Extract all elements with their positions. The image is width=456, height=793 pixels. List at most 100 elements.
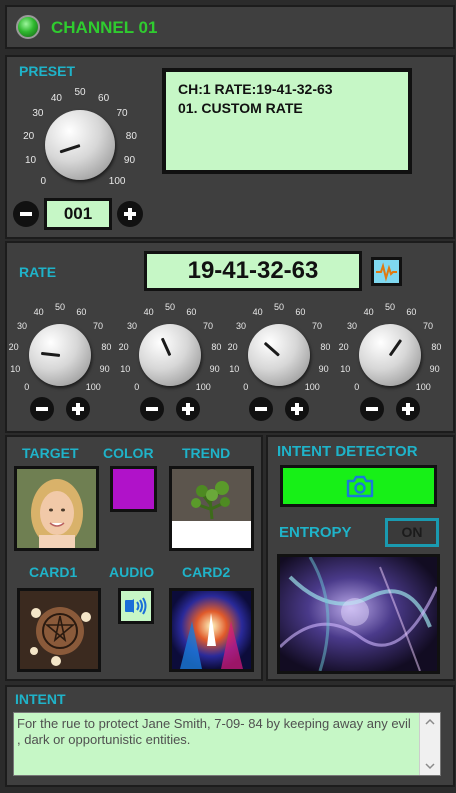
rate-4-minus-button[interactable] — [360, 397, 384, 421]
preset-counter: 001 — [44, 198, 112, 230]
rate-2-scale-50: 50 — [164, 302, 175, 312]
rate-display: 19-41-32-63 — [144, 251, 362, 291]
intent-panel: INTENT For the rue to protect Jane Smith… — [5, 685, 455, 787]
rate-1-scale-50: 50 — [54, 302, 65, 312]
rate-3-minus-button[interactable] — [249, 397, 273, 421]
trend-image[interactable] — [169, 466, 254, 551]
preset-scale-30: 30 — [32, 108, 44, 120]
waveform-icon — [376, 262, 397, 282]
entropy-fractal-image — [280, 557, 437, 671]
rate-3-knob[interactable] — [248, 324, 310, 386]
intent-detector-label: INTENT DETECTOR — [277, 443, 418, 460]
rate-3-plus-button[interactable] — [285, 397, 309, 421]
color-swatch[interactable] — [110, 466, 157, 512]
rate-2-scale-10: 10 — [120, 363, 131, 374]
rate-4-scale-100: 100 — [415, 382, 431, 393]
intent-text: For the rue to protect Jane Smith, 7-09-… — [17, 716, 411, 747]
target-photo[interactable] — [14, 466, 99, 551]
preset-knob-indicator — [59, 143, 81, 153]
intent-detector-panel: INTENT DETECTOR ENTROPY ON — [266, 435, 455, 681]
rate-2-minus-button[interactable] — [140, 397, 164, 421]
intent-scrollbar[interactable] — [419, 713, 440, 775]
scroll-down-icon[interactable] — [420, 759, 440, 773]
rate-2-scale-60: 60 — [186, 307, 197, 318]
rate-2-knob-indicator — [160, 337, 172, 356]
rate-1-minus-button[interactable] — [30, 397, 54, 421]
intent-detector-button[interactable] — [280, 465, 437, 507]
rate-4-scale-30: 30 — [346, 321, 357, 332]
scroll-up-icon[interactable] — [420, 715, 440, 729]
preset-scale-50: 50 — [74, 87, 86, 98]
intent-label: INTENT — [15, 691, 66, 707]
preset-minus-button[interactable] — [13, 201, 39, 227]
entropy-image — [277, 554, 440, 674]
preset-label: PRESET — [19, 63, 76, 79]
entropy-label: ENTROPY — [279, 524, 352, 541]
preset-scale-70: 70 — [116, 108, 128, 120]
rate-1-scale-60: 60 — [76, 307, 87, 318]
card2-card-image — [172, 591, 251, 669]
preset-scale-100: 100 — [108, 175, 126, 187]
preset-panel: PRESET 0 10 20 30 40 50 60 70 80 90 100 CH:1 RATE:… — [5, 55, 455, 239]
waveform-button[interactable] — [371, 257, 402, 286]
card1-image[interactable] — [17, 588, 101, 672]
preset-scale-0: 0 — [40, 175, 46, 187]
rate-3-knob-indicator — [264, 341, 280, 357]
rate-3-scale-0: 0 — [243, 382, 249, 393]
card2-image[interactable] — [169, 588, 254, 672]
preset-display-line1: CH:1 RATE:19-41-32-63 — [178, 81, 333, 97]
card2-label: CARD2 — [182, 564, 231, 580]
entropy-toggle-button[interactable]: ON — [385, 518, 439, 547]
rate-4-scale-80: 80 — [431, 341, 442, 352]
audio-button[interactable] — [118, 588, 154, 624]
rate-4-scale-20: 20 — [338, 341, 349, 352]
rate-2-scale-70: 70 — [203, 321, 214, 332]
audio-label: AUDIO — [109, 564, 155, 580]
rate-2-knob[interactable] — [139, 324, 201, 386]
intent-textarea[interactable]: For the rue to protect Jane Smith, 7-09-… — [13, 712, 441, 776]
rate-1-knob[interactable] — [29, 324, 91, 386]
rate-1-scale-100: 100 — [85, 382, 101, 393]
rate-3-scale-40: 40 — [252, 307, 263, 318]
rate-4-scale-90: 90 — [429, 363, 440, 374]
rate-4-scale-40: 40 — [363, 307, 374, 318]
trend-plant-image — [172, 469, 251, 548]
rate-panel: RATE 19-41-32-63 0 10 20 30 40 50 60 70 80 90 100 0… — [5, 241, 455, 433]
rate-4-scale-60: 60 — [406, 307, 417, 318]
rate-3-scale-30: 30 — [235, 321, 246, 332]
preset-scale-90: 90 — [123, 155, 136, 167]
channel-title: CHANNEL 01 — [51, 18, 158, 37]
rate-1-scale-30: 30 — [16, 321, 27, 332]
rate-4-knob-indicator — [388, 338, 402, 356]
rate-2-scale-30: 30 — [126, 321, 137, 332]
rate-3-scale-50: 50 — [273, 302, 284, 312]
rate-1-knob-indicator — [41, 351, 61, 357]
rate-3-scale-100: 100 — [304, 382, 320, 393]
preset-scale-40: 40 — [50, 92, 62, 104]
rate-4-plus-button[interactable] — [396, 397, 420, 421]
rate-1-scale-90: 90 — [99, 363, 110, 374]
preset-knob[interactable] — [45, 110, 115, 180]
rate-1-scale-0: 0 — [24, 382, 30, 393]
rate-2-scale-90: 90 — [209, 363, 220, 374]
rate-2-scale-80: 80 — [211, 341, 222, 352]
rate-4-knob[interactable] — [359, 324, 421, 386]
rate-2-scale-0: 0 — [134, 382, 140, 393]
color-label: COLOR — [103, 445, 154, 461]
preset-scale-80: 80 — [125, 130, 137, 142]
rate-3-scale-90: 90 — [318, 363, 329, 374]
target-label: TARGET — [22, 445, 79, 461]
rate-1-plus-button[interactable] — [66, 397, 90, 421]
media-panel: TARGET COLOR TREND CARD1 AUDIO CARD2 — [5, 435, 263, 681]
rate-4-scale-10: 10 — [340, 363, 351, 374]
rate-1-scale-10: 10 — [10, 363, 21, 374]
rate-4-scale-70: 70 — [423, 321, 434, 332]
rate-2-plus-button[interactable] — [176, 397, 200, 421]
trend-label: TREND — [182, 445, 231, 461]
rate-3-scale-20: 20 — [227, 341, 238, 352]
preset-plus-button[interactable] — [117, 201, 143, 227]
rate-3-scale-10: 10 — [229, 363, 240, 374]
rate-1-scale-70: 70 — [93, 321, 104, 332]
rate-1-scale-80: 80 — [101, 341, 112, 352]
rate-label: RATE — [19, 264, 57, 280]
